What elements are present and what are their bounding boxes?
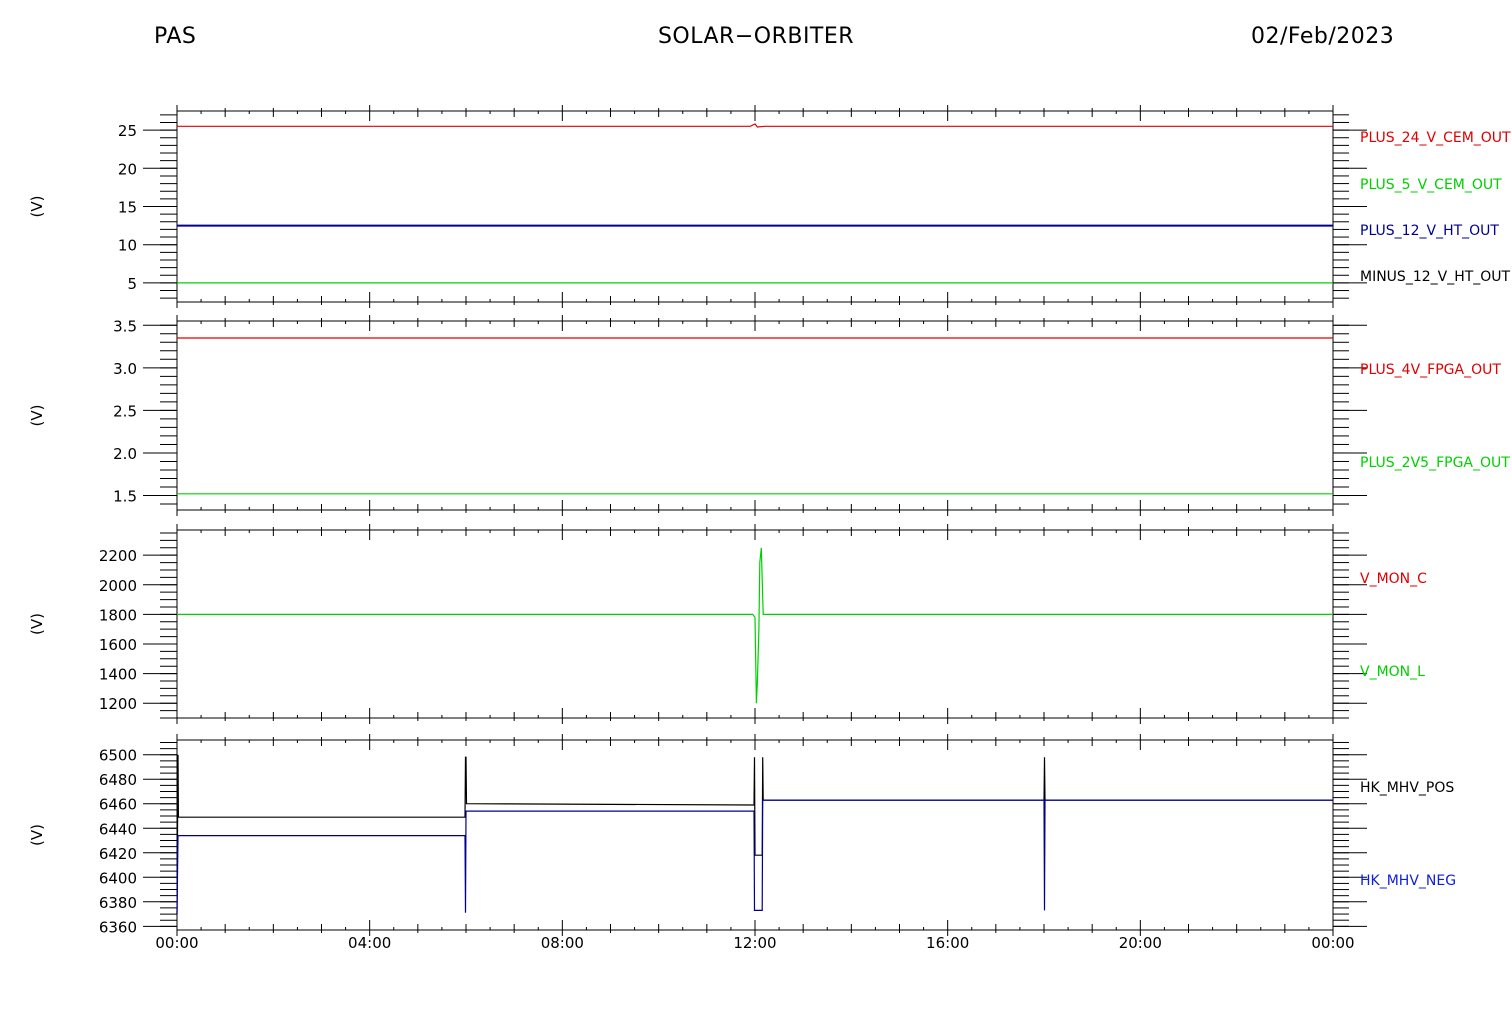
x-tick-label: 20:00	[1119, 934, 1162, 952]
y-axis-label: (V)	[28, 405, 46, 427]
series-line-hk-mhv-pos	[176, 754, 1333, 915]
y-tick-label: 1600	[99, 636, 137, 654]
panel-3: 1200 1400 1600 1800 2000 2200 (V) V_MON_C V_MON_…	[28, 524, 1427, 724]
y-tick-label: 1200	[99, 695, 137, 713]
panel-2: 1.5 2.0 2.5 3.0 3.5 (V) PLUS_4V_FPGA_OUT PLUS_2…	[28, 315, 1510, 516]
y-tick-label: 20	[118, 160, 137, 178]
y-tick-label: 2.5	[113, 402, 137, 420]
legend-label: PLUS_12_V_HT_OUT	[1360, 223, 1499, 239]
legend-label: PLUS_5_V_CEM_OUT	[1360, 177, 1502, 193]
y-tick-label: 3.0	[113, 360, 137, 378]
y-axis-label: (V)	[28, 196, 46, 218]
y-axis-label: (V)	[28, 824, 46, 846]
legend-label: PLUS_24_V_CEM_OUT	[1360, 130, 1511, 146]
y-tick-label: 6440	[99, 820, 137, 838]
x-tick-label: 12:00	[733, 934, 776, 952]
series-line-plus-24-v-cem-out	[177, 123, 1333, 128]
plot-frame	[176, 320, 1334, 511]
y-tick-label: 6360	[99, 918, 137, 936]
y-tick-label: 2200	[99, 547, 137, 565]
legend-label: MINUS_12_V_HT_OUT	[1360, 269, 1511, 285]
legend-label: V_MON_C	[1360, 571, 1427, 587]
y-tick-label: 10	[118, 237, 137, 255]
x-tick-label: 16:00	[926, 934, 969, 952]
x-tick-label: 00:00	[1311, 934, 1354, 952]
x-tick-label: 08:00	[541, 934, 584, 952]
y-tick-label: 3.5	[113, 317, 137, 335]
legend-label: V_MON_L	[1360, 664, 1425, 680]
plot-frame	[176, 110, 1334, 303]
y-tick-label: 6420	[99, 845, 137, 863]
y-tick-label: 2000	[99, 577, 137, 595]
y-tick-label: 6500	[99, 747, 137, 765]
y-tick-label: 1.5	[113, 488, 137, 506]
y-tick-label: 6380	[99, 894, 137, 912]
legend-label: PLUS_2V5_FPGA_OUT	[1360, 455, 1510, 471]
series-line-v-mon-l	[177, 547, 1333, 704]
panel-4: 6360 6380 6400 6420 6440 6460 6480 6500 (V) HK_MH…	[28, 734, 1456, 936]
y-tick-label: 5	[127, 275, 137, 293]
chart-stack: 5 10 15 20 25 (V) PLUS_24_V_CEM_OUT PLUS_5_V_CE…	[28, 105, 1511, 952]
y-tick-label: 6460	[99, 796, 137, 814]
legend-label: HK_MHV_POS	[1360, 780, 1454, 796]
y-tick-label: 6400	[99, 869, 137, 887]
y-tick-label: 6480	[99, 771, 137, 789]
x-tick-label: 00:00	[155, 934, 198, 952]
y-tick-label: 1800	[99, 606, 137, 624]
y-axis-label: (V)	[28, 613, 46, 635]
y-tick-label: 1400	[99, 666, 137, 684]
legend-label: HK_MHV_NEG	[1360, 873, 1456, 889]
y-tick-label: 25	[118, 122, 137, 140]
y-tick-label: 2.0	[113, 445, 137, 463]
panel-1: 5 10 15 20 25 (V) PLUS_24_V_CEM_OUT PLUS_5_V_CE…	[28, 105, 1511, 308]
legend-label: PLUS_4V_FPGA_OUT	[1360, 362, 1501, 378]
y-tick-label: 15	[118, 199, 137, 217]
x-tick-label: 04:00	[348, 934, 391, 952]
